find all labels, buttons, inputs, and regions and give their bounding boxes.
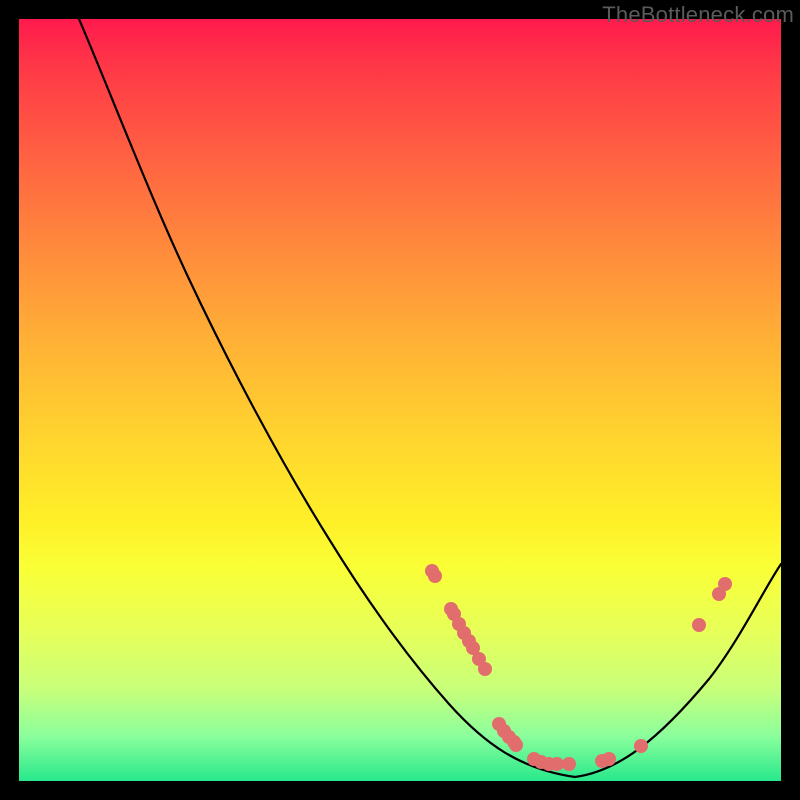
data-point	[428, 569, 442, 583]
data-point	[550, 757, 564, 771]
data-point	[509, 738, 523, 752]
data-points	[425, 564, 732, 771]
bottleneck-curve	[79, 19, 781, 777]
data-point	[602, 752, 616, 766]
data-point	[634, 739, 648, 753]
data-point	[562, 757, 576, 771]
data-point	[718, 577, 732, 591]
watermark-text: TheBottleneck.com	[602, 2, 794, 28]
plot-area	[19, 19, 781, 781]
chart-svg	[19, 19, 781, 781]
data-point	[478, 662, 492, 676]
data-point	[692, 618, 706, 632]
